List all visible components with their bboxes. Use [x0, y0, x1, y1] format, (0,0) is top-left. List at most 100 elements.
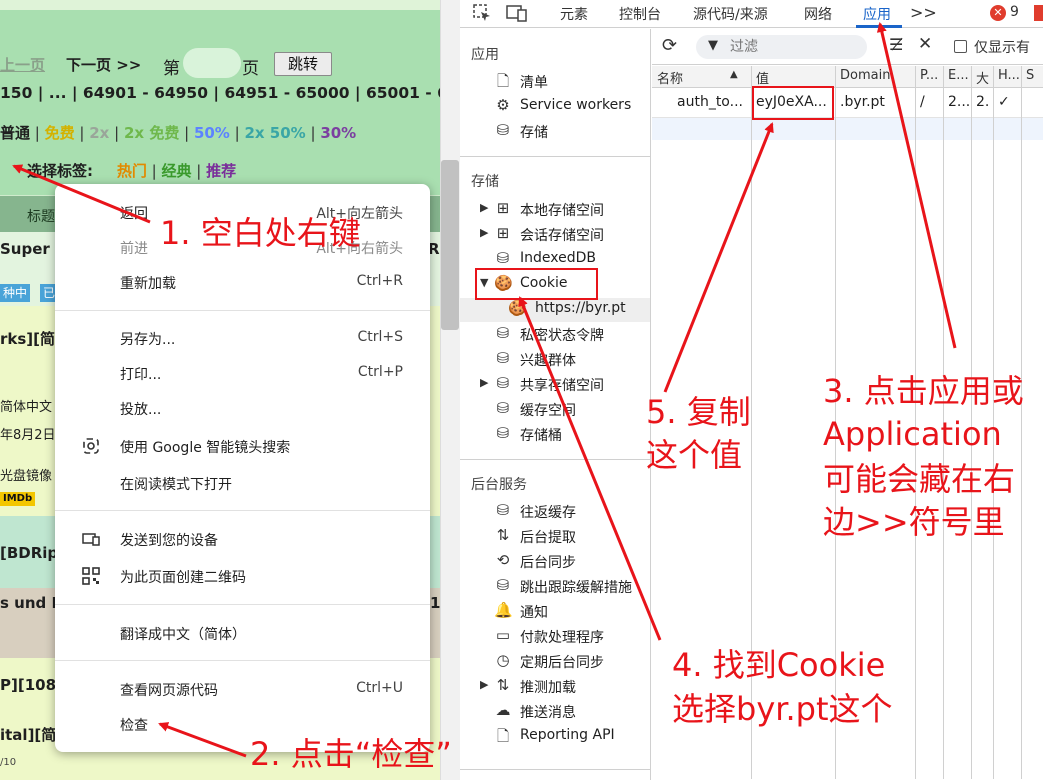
sidebar-item-cache-storage[interactable]: ⛁ 缓存空间	[460, 398, 650, 422]
page-scrollbar[interactable]	[440, 0, 460, 780]
next-page-link[interactable]: 下一页 >>	[66, 54, 141, 75]
menu-item-save-as[interactable]: 另存为... Ctrl+S	[55, 323, 430, 353]
sidebar-item-manifest[interactable]: 🗋 清单	[460, 70, 650, 94]
jump-button[interactable]: 跳转	[274, 52, 332, 76]
tab-network[interactable]: 网络	[804, 4, 832, 24]
menu-item-reload[interactable]: 重新加载 Ctrl+R	[55, 267, 430, 297]
tab-elements[interactable]: 元素	[560, 4, 588, 24]
sidebar-item-service-workers[interactable]: ⚙ Service workers	[460, 95, 650, 119]
promo-free[interactable]: 免费	[45, 124, 75, 142]
promo-2x[interactable]: 2x	[89, 124, 109, 142]
sidebar-item-storage-buckets[interactable]: ⛁ 存储桶	[460, 423, 650, 447]
filter-input[interactable]	[696, 35, 867, 59]
sidebar-item-reporting-api[interactable]: 🗋 Reporting API	[460, 725, 650, 749]
sidebar-item-bounce-tracking[interactable]: ⛁ 跳出跟踪缓解措施	[460, 575, 650, 599]
cookie-name-cell[interactable]: auth_to...	[672, 88, 751, 118]
sidebar-item-speculative-loads[interactable]: ▶ ⇅ 推测加载	[460, 675, 650, 699]
sidebar-item-cookie-byr-pt[interactable]: 🍪 https://byr.pt	[460, 298, 650, 322]
promo-2x-free[interactable]: 2x 免费	[124, 124, 179, 142]
sidebar-item-private-state-tokens[interactable]: ⛁ 私密状态令牌	[460, 323, 650, 347]
promo-normal[interactable]: 普通	[0, 124, 30, 142]
torrent-title[interactable]: [BDRip	[0, 544, 58, 562]
cookie-size-cell[interactable]: 2.	[971, 88, 993, 118]
cookie-httponly-cell[interactable]: ✓	[993, 88, 1021, 118]
column-header-name[interactable]: 名称 ▲	[652, 66, 751, 88]
column-header-secure[interactable]: S	[1021, 66, 1043, 88]
more-tabs-button[interactable]: >>	[910, 3, 937, 22]
sidebar-item-bfcache[interactable]: ⛁ 往返缓存	[460, 500, 650, 524]
column-header-httponly[interactable]: H...	[993, 66, 1021, 88]
sidebar-item-push-messaging[interactable]: ☁ 推送消息	[460, 700, 650, 724]
delete-all-icon[interactable]: ✕	[918, 34, 932, 54]
torrent-title[interactable]: ital][简	[0, 724, 56, 745]
torrent-title[interactable]: rks][简	[0, 328, 55, 349]
menu-item-view-source[interactable]: 查看网页源代码 Ctrl+U	[55, 674, 430, 704]
sidebar-item-background-sync[interactable]: ⟲ 后台同步	[460, 550, 650, 574]
menu-item-google-lens[interactable]: 使用 Google 智能镜头搜索	[55, 431, 430, 461]
page-scrollbar-thumb[interactable]	[441, 160, 459, 330]
error-icon[interactable]: ✕	[990, 5, 1006, 21]
tag-classic[interactable]: 经典	[162, 162, 192, 180]
cookie-icon: 🍪	[508, 299, 527, 317]
column-header-domain[interactable]: Domain	[835, 66, 915, 88]
menu-item-print[interactable]: 打印... Ctrl+P	[55, 358, 430, 388]
tab-console[interactable]: 控制台	[619, 4, 661, 24]
sidebar-item-periodic-sync[interactable]: ◷ 定期后台同步	[460, 650, 650, 674]
sidebar-item-notifications[interactable]: 🔔 通知	[460, 600, 650, 624]
sidebar-item-session-storage[interactable]: ▶ ⊞ 会话存储空间	[460, 223, 650, 247]
column-header-size[interactable]: 大	[971, 66, 993, 88]
device-toolbar-icon[interactable]	[506, 3, 528, 27]
collapse-arrow-icon[interactable]: ▼	[480, 276, 488, 289]
sidebar-item-storage[interactable]: ⛁ 存储	[460, 120, 650, 144]
prev-page-link[interactable]: 上一页	[0, 54, 45, 75]
sidebar-item-local-storage[interactable]: ▶ ⊞ 本地存储空间	[460, 198, 650, 222]
tag-recommended[interactable]: 推荐	[206, 162, 236, 180]
page-number-input[interactable]	[183, 48, 241, 78]
cookie-domain-cell[interactable]: .byr.pt	[835, 88, 915, 118]
expand-arrow-icon[interactable]: ▶	[480, 201, 488, 214]
cookie-secure-cell[interactable]	[1021, 88, 1043, 118]
menu-item-back[interactable]: 返回 Alt+向左箭头	[55, 197, 430, 227]
sidebar-item-payment-handler[interactable]: ▭ 付款处理程序	[460, 625, 650, 649]
cookie-value-cell[interactable]: eyJ0eXA...	[751, 88, 835, 118]
column-header-expires[interactable]: E...	[943, 66, 971, 88]
imdb-badge[interactable]: IMDb	[0, 492, 36, 506]
expand-arrow-icon[interactable]: ▶	[480, 678, 488, 691]
menu-item-forward[interactable]: 前进 Alt+向右箭头	[55, 232, 430, 262]
sidebar-item-interest-groups[interactable]: ⛁ 兴趣群体	[460, 348, 650, 372]
column-header-value[interactable]: 值	[751, 66, 835, 88]
promo-30[interactable]: 30%	[320, 124, 356, 142]
tag-hot[interactable]: 热门	[117, 162, 147, 180]
refresh-icon[interactable]: ⟳	[662, 35, 677, 56]
sidebar-item-background-fetch[interactable]: ⇅ 后台提取	[460, 525, 650, 549]
column-title-header[interactable]: 标题	[27, 206, 55, 226]
error-count[interactable]: 9	[1010, 4, 1019, 20]
sidebar-item-label: 付款处理程序	[520, 630, 604, 646]
sidebar-item-label: 往返缓存	[520, 505, 576, 521]
menu-item-cast[interactable]: 投放...	[55, 393, 430, 423]
inspect-element-icon[interactable]	[472, 3, 492, 27]
tab-sources[interactable]: 源代码/来源	[693, 4, 768, 24]
message-icon[interactable]	[1034, 5, 1043, 21]
promo-2x-50[interactable]: 2x 50%	[244, 124, 305, 142]
torrent-title[interactable]: s und P	[0, 594, 62, 612]
menu-separator	[55, 660, 430, 661]
clear-filtered-icon[interactable]: ☰̸	[889, 35, 903, 54]
promo-50[interactable]: 50%	[194, 124, 230, 142]
tab-application[interactable]: 应用	[863, 4, 891, 24]
sidebar-item-cookies[interactable]: ▼ 🍪 Cookie	[460, 273, 650, 297]
cookie-path-cell[interactable]: /	[915, 88, 943, 118]
menu-item-reading-mode[interactable]: 在阅读模式下打开	[55, 468, 430, 498]
menu-item-qr-code[interactable]: 为此页面创建二维码	[55, 561, 430, 591]
column-header-path[interactable]: P...	[915, 66, 943, 88]
page-range-links[interactable]: 150 | ... | 64901 - 64950 | 64951 - 6500…	[0, 84, 440, 102]
menu-item-send-to-device[interactable]: 发送到您的设备	[55, 524, 430, 554]
expand-arrow-icon[interactable]: ▶	[480, 226, 488, 239]
sidebar-item-indexeddb[interactable]: ⛁ IndexedDB	[460, 248, 650, 272]
expand-arrow-icon[interactable]: ▶	[480, 376, 488, 389]
only-show-checkbox[interactable]	[954, 40, 967, 53]
menu-item-inspect[interactable]: 检查	[55, 709, 430, 739]
cookie-expires-cell[interactable]: 2...	[943, 88, 971, 118]
sidebar-item-shared-storage[interactable]: ▶ ⛁ 共享存储空间	[460, 373, 650, 397]
menu-item-translate[interactable]: 翻译成中文（简体）	[55, 618, 430, 648]
